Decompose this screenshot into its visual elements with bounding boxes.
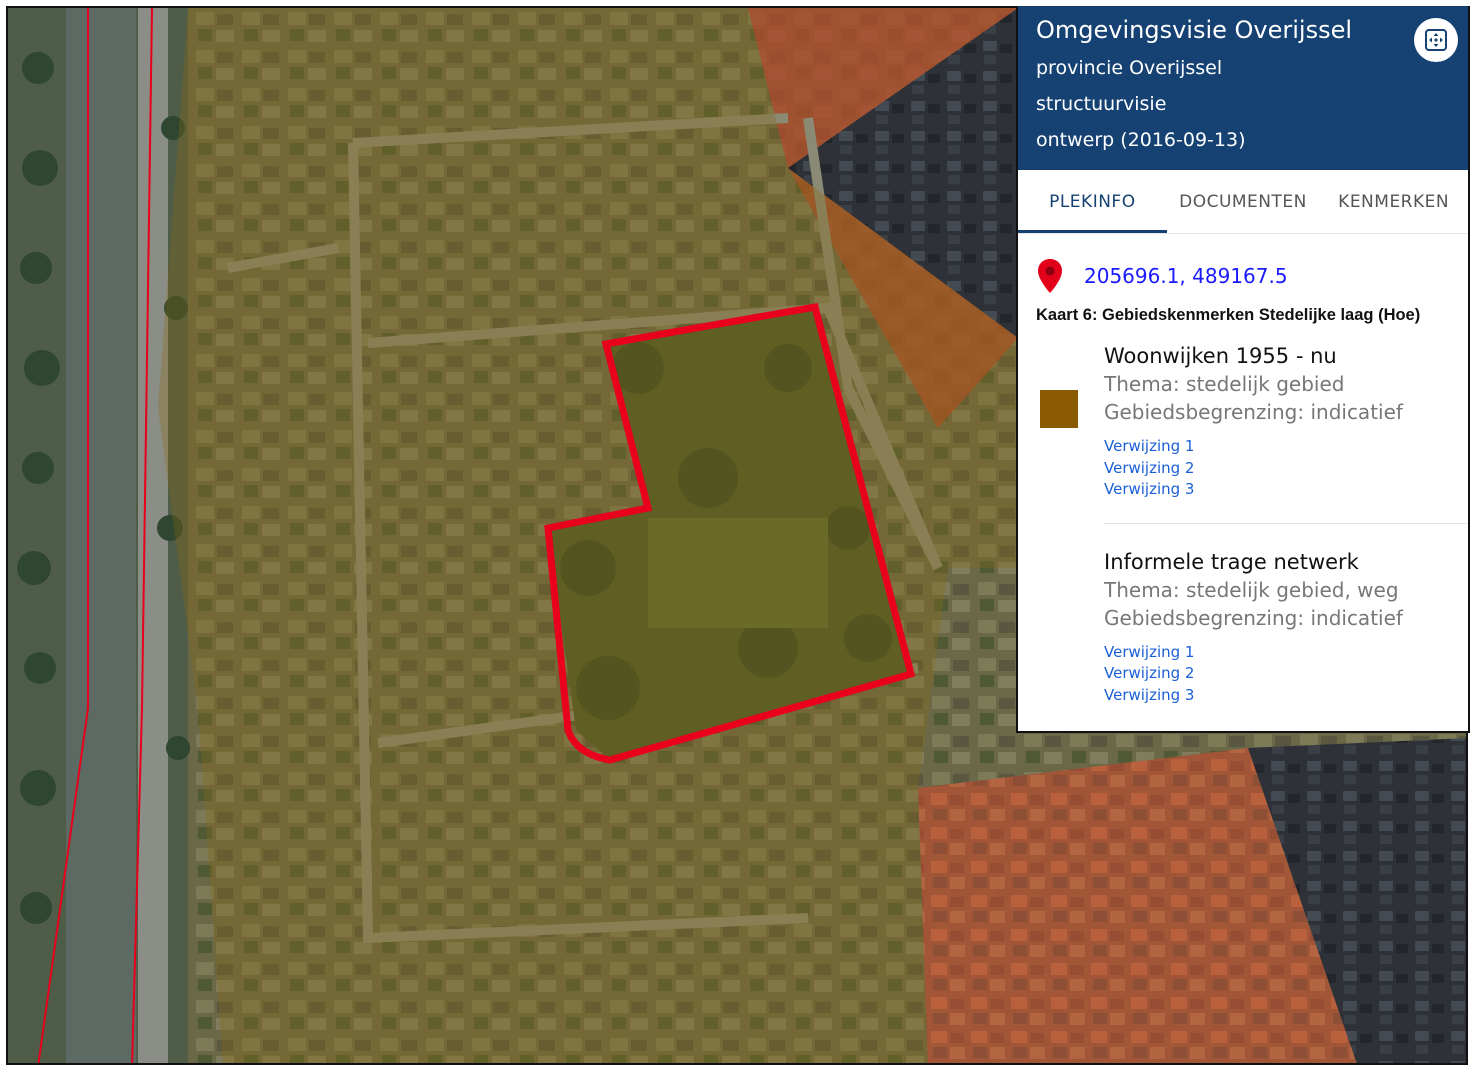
reference-link[interactable]: Verwijzing 1 — [1104, 436, 1468, 458]
expand-button[interactable] — [1414, 18, 1458, 62]
legend-thema: Thema: stedelijk gebied, weg — [1104, 577, 1399, 602]
coordinates-link[interactable]: 205696.1, 489167.5 — [1084, 264, 1288, 288]
legend-item: Informele trage netwerk Thema: stedelijk… — [1018, 548, 1468, 707]
reference-link[interactable]: Verwijzing 2 — [1104, 458, 1468, 480]
reference-link[interactable]: Verwijzing 1 — [1104, 642, 1468, 664]
panel-header: Omgevingsvisie Overijssel provincie Over… — [1018, 6, 1468, 170]
reference-link[interactable]: Verwijzing 2 — [1104, 663, 1468, 685]
map-layer-name: Kaart 6: Gebiedskenmerken Stedelijke laa… — [1036, 306, 1421, 324]
panel-subtitle-type: structuurvisie — [1036, 93, 1167, 115]
expand-icon — [1425, 29, 1447, 51]
reference-link[interactable]: Verwijzing 3 — [1104, 479, 1468, 501]
legend-title: Woonwijken 1955 - nu — [1104, 344, 1337, 368]
location-row: 205696.1, 489167.5 — [1018, 234, 1468, 300]
legend-begrenzing: Gebiedsbegrenzing: indicatief — [1104, 605, 1403, 630]
legend-item: Woonwijken 1955 - nu Thema: stedelijk ge… — [1018, 342, 1468, 501]
legend-title: Informele trage netwerk — [1104, 549, 1359, 574]
panel-title: Omgevingsvisie Overijssel — [1036, 16, 1353, 44]
panel-subtitle-province: provincie Overijssel — [1036, 57, 1223, 79]
tab-bar: PLEKINFO DOCUMENTEN KENMERKEN — [1018, 170, 1468, 234]
legend-swatch — [1040, 390, 1078, 428]
tab-plekinfo[interactable]: PLEKINFO — [1018, 170, 1167, 233]
legend-begrenzing: Gebiedsbegrenzing: indicatief — [1104, 400, 1403, 424]
legend-thema: Thema: stedelijk gebied — [1104, 372, 1345, 396]
tab-documenten[interactable]: DOCUMENTEN — [1167, 170, 1320, 233]
highway — [66, 8, 136, 1063]
panel-subtitle-status: ontwerp (2016-09-13) — [1036, 129, 1246, 151]
divider — [1104, 522, 1468, 524]
reference-link[interactable]: Verwijzing 3 — [1104, 685, 1468, 707]
map-pin-icon — [1038, 259, 1062, 293]
tab-kenmerken[interactable]: KENMERKEN — [1319, 170, 1468, 233]
info-panel: Omgevingsvisie Overijssel provincie Over… — [1016, 6, 1470, 733]
